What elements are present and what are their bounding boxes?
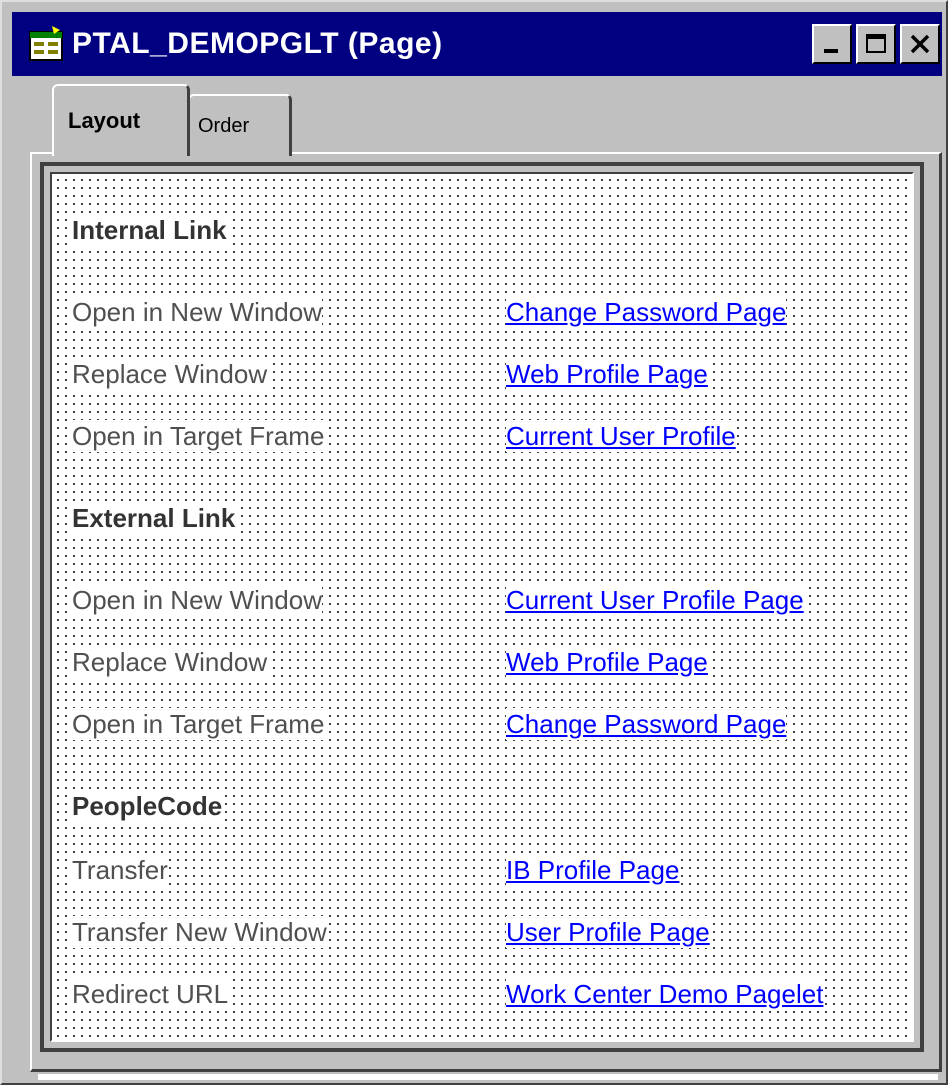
label-external-target-frame[interactable]: Open in Target Frame <box>72 708 325 740</box>
label-internal-replace-window[interactable]: Replace Window <box>72 358 268 390</box>
link-peoplecode-user-profile[interactable]: User Profile Page <box>506 916 710 948</box>
close-button[interactable] <box>900 24 940 64</box>
link-external-change-password[interactable]: Change Password Page <box>506 708 787 740</box>
window-title: PTAL_DEMOPGLT (Page) <box>72 27 443 60</box>
page-window: PTAL_DEMOPGLT (Page) Layout Order Intern… <box>0 0 948 1085</box>
label-peoplecode-transfer[interactable]: Transfer <box>72 854 168 886</box>
label-external-replace-window[interactable]: Replace Window <box>72 646 268 678</box>
page-design-grid[interactable]: Internal Link Open in New Window Change … <box>50 172 914 1042</box>
maximize-button[interactable] <box>856 24 896 64</box>
link-internal-current-user-profile[interactable]: Current User Profile <box>506 420 736 452</box>
page-frame: Internal Link Open in New Window Change … <box>40 162 924 1052</box>
section-heading-peoplecode[interactable]: PeopleCode <box>72 790 223 822</box>
close-icon <box>910 34 930 54</box>
link-internal-change-password[interactable]: Change Password Page <box>506 296 787 328</box>
label-internal-target-frame[interactable]: Open in Target Frame <box>72 420 325 452</box>
bottom-status-strip <box>38 1074 938 1080</box>
title-bar[interactable]: PTAL_DEMOPGLT (Page) <box>12 12 942 76</box>
minimize-button[interactable] <box>812 24 852 64</box>
page-definition-icon <box>29 26 63 61</box>
link-external-current-user-profile-page[interactable]: Current User Profile Page <box>506 584 804 616</box>
minimize-icon <box>824 49 838 53</box>
link-peoplecode-work-center-demo[interactable]: Work Center Demo Pagelet <box>506 978 824 1010</box>
section-heading-internal-link[interactable]: Internal Link <box>72 214 227 246</box>
label-external-new-window[interactable]: Open in New Window <box>72 584 322 616</box>
link-internal-web-profile[interactable]: Web Profile Page <box>506 358 708 390</box>
tab-order[interactable]: Order <box>188 94 292 156</box>
layout-panel: Internal Link Open in New Window Change … <box>30 152 942 1072</box>
maximize-icon <box>866 34 886 53</box>
tab-layout[interactable]: Layout <box>52 84 190 156</box>
link-external-web-profile[interactable]: Web Profile Page <box>506 646 708 678</box>
section-heading-external-link[interactable]: External Link <box>72 502 236 534</box>
label-peoplecode-transfer-new-window[interactable]: Transfer New Window <box>72 916 327 948</box>
label-internal-new-window[interactable]: Open in New Window <box>72 296 322 328</box>
label-peoplecode-redirect-url[interactable]: Redirect URL <box>72 978 229 1010</box>
link-peoplecode-ib-profile[interactable]: IB Profile Page <box>506 854 680 886</box>
